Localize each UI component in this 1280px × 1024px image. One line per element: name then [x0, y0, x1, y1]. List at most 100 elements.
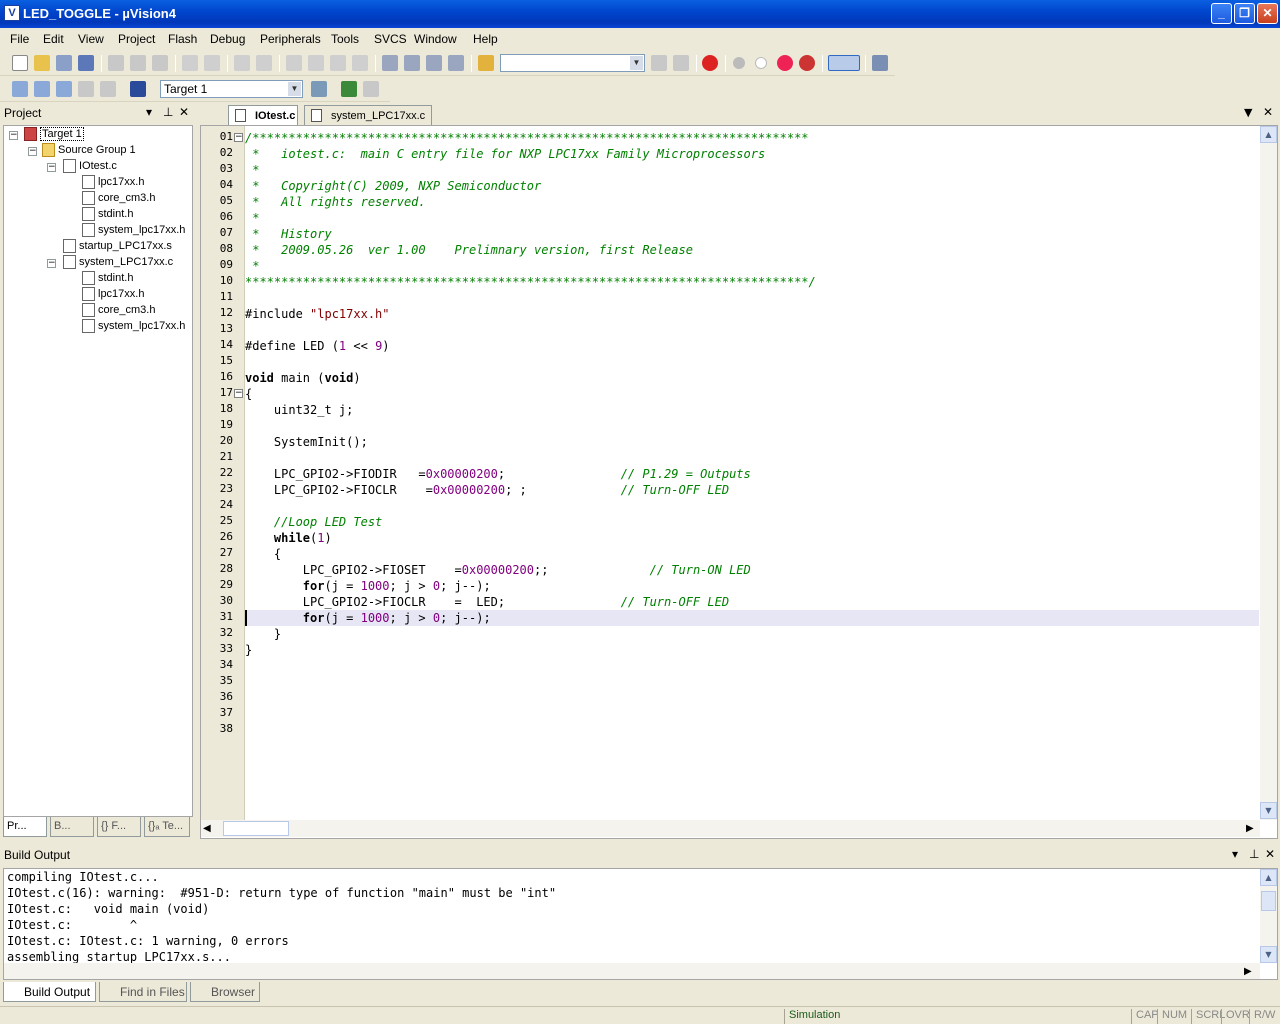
tree-item-system-lpc17xx-c[interactable]: system_LPC17xx.c	[63, 255, 173, 271]
tree-item-lpc17xx-h[interactable]: lpc17xx.h	[82, 175, 144, 191]
scroll-up-icon[interactable]: ▲	[1260, 869, 1277, 886]
build-scroll-thumb[interactable]	[1261, 891, 1276, 911]
comment-icon[interactable]	[426, 55, 442, 71]
code-line[interactable]: *	[245, 162, 1259, 178]
download-load-icon[interactable]	[130, 81, 146, 97]
target-select[interactable]: Target 1 ▼	[160, 80, 303, 98]
code-line[interactable]: * All rights reserved.	[245, 194, 1259, 210]
translate-icon[interactable]	[12, 81, 28, 97]
close-button[interactable]: ✕	[1257, 3, 1278, 24]
manage-components-icon[interactable]	[341, 81, 357, 97]
tree-item-core-cm3-h-2[interactable]: core_cm3.h	[82, 303, 155, 319]
nav-forward-icon[interactable]	[256, 55, 272, 71]
pane-close-icon[interactable]: ✕	[179, 105, 189, 119]
code-line[interactable]	[245, 722, 1259, 738]
incremental-find-icon[interactable]	[673, 55, 689, 71]
scroll-right-icon[interactable]: ▶	[1246, 823, 1254, 834]
code-line[interactable]: SystemInit();	[245, 434, 1259, 450]
code-line[interactable]: * 2009.05.26 ver 1.00 Prelimnary version…	[245, 242, 1259, 258]
breakpoint-icon[interactable]	[733, 57, 745, 69]
build-vertical-scrollbar[interactable]: ▲ ▼	[1260, 869, 1277, 963]
redo-icon[interactable]	[204, 55, 220, 71]
build-close-icon[interactable]: ✕	[1265, 847, 1275, 861]
code-line[interactable]	[245, 690, 1259, 706]
clear-bookmarks-icon[interactable]	[352, 55, 368, 71]
code-line[interactable]	[245, 658, 1259, 674]
code-line[interactable]: #define LED (1 << 9)	[245, 338, 1259, 354]
scroll-right-icon[interactable]: ▶	[1244, 966, 1252, 977]
editor-vertical-scrollbar[interactable]: ▲ ▼	[1260, 126, 1277, 820]
tab-project[interactable]: Pr...	[3, 817, 47, 837]
build-horizontal-scrollbar[interactable]: ▶	[4, 963, 1260, 979]
menu-tools[interactable]: Tools	[331, 32, 359, 46]
tab-books[interactable]: B...	[50, 817, 94, 837]
menu-window[interactable]: Window	[414, 32, 457, 46]
find-combo[interactable]: ▼	[500, 54, 645, 72]
disable-breakpoints-icon[interactable]	[777, 55, 793, 71]
tree-item-target[interactable]: Target 1	[24, 127, 84, 143]
tree-item-stdint-h[interactable]: stdint.h	[82, 207, 133, 223]
code-line[interactable]: ****************************************…	[245, 274, 1259, 290]
fold-toggle-icon[interactable]: −	[234, 389, 243, 398]
code-line[interactable]	[245, 418, 1259, 434]
code-line[interactable]: LPC_GPIO2->FIODIR =0x00000200; // P1.29 …	[245, 466, 1259, 482]
tab-find-in-files[interactable]: Find in Files	[99, 982, 187, 1002]
code-line[interactable]: * Copyright(C) 2009, NXP Semiconductor	[245, 178, 1259, 194]
code-line[interactable]: //Loop LED Test	[245, 514, 1259, 530]
tree-item-iotest-c[interactable]: IOtest.c	[63, 159, 117, 175]
tab-system-lpc17xx-c[interactable]: system_LPC17xx.c	[304, 105, 432, 125]
menu-help[interactable]: Help	[473, 32, 498, 46]
stop-build-icon[interactable]	[100, 81, 116, 97]
select-packs-icon[interactable]	[363, 81, 379, 97]
code-line[interactable]: * History	[245, 226, 1259, 242]
code-line[interactable]: LPC_GPIO2->FIOSET =0x00000200;; // Turn-…	[245, 562, 1259, 578]
collapse-target-icon[interactable]: −	[9, 131, 18, 140]
tab-iotest-c[interactable]: IOtest.c	[228, 105, 298, 126]
editor-horizontal-scrollbar[interactable]: ◀ ▶	[201, 820, 1260, 837]
minimize-button[interactable]: _	[1211, 3, 1232, 24]
build-output-text[interactable]: compiling IOtest.c... IOtest.c(16): warn…	[3, 868, 1278, 980]
code-line[interactable]: }	[245, 626, 1259, 642]
code-line[interactable]: {	[245, 546, 1259, 562]
code-line[interactable]: void main (void)	[245, 370, 1259, 386]
indent-icon[interactable]	[382, 55, 398, 71]
open-file-icon[interactable]	[34, 55, 50, 71]
cut-icon[interactable]	[108, 55, 124, 71]
enable-breakpoint-icon[interactable]	[755, 57, 767, 69]
next-bookmark-icon[interactable]	[330, 55, 346, 71]
configure-icon[interactable]	[872, 55, 888, 71]
code-editor[interactable]: /***************************************…	[200, 125, 1278, 839]
code-line[interactable]: *	[245, 210, 1259, 226]
code-line[interactable]: * iotest.c: main C entry file for NXP LP…	[245, 146, 1259, 162]
prev-bookmark-icon[interactable]	[308, 55, 324, 71]
batch-build-icon[interactable]	[78, 81, 94, 97]
scroll-up-icon[interactable]: ▲	[1260, 126, 1277, 143]
tab-list-dropdown-icon[interactable]: ▼	[1244, 106, 1252, 119]
new-file-icon[interactable]	[12, 55, 28, 71]
unindent-icon[interactable]	[404, 55, 420, 71]
build-icon[interactable]	[34, 81, 50, 97]
horizontal-scroll-thumb[interactable]	[223, 821, 289, 836]
find-icon[interactable]	[651, 55, 667, 71]
code-line[interactable]	[245, 674, 1259, 690]
code-line[interactable]: LPC_GPIO2->FIOCLR = LED; // Turn-OFF LED	[245, 594, 1259, 610]
menu-file[interactable]: File	[10, 32, 29, 46]
menu-flash[interactable]: Flash	[168, 32, 197, 46]
window-layout-icon[interactable]	[828, 55, 860, 71]
bookmark-icon[interactable]	[286, 55, 302, 71]
build-dropdown-icon[interactable]: ▾	[1232, 847, 1238, 861]
code-line[interactable]: for(j = 1000; j > 0; j--);	[245, 610, 1259, 626]
tab-templates[interactable]: {}ₐ Te...	[144, 817, 190, 837]
paste-icon[interactable]	[152, 55, 168, 71]
code-line[interactable]: uint32_t j;	[245, 402, 1259, 418]
save-all-icon[interactable]	[78, 55, 94, 71]
tab-functions[interactable]: {} F...	[97, 817, 141, 837]
menu-project[interactable]: Project	[118, 32, 155, 46]
collapse-group-icon[interactable]: −	[28, 147, 37, 156]
rebuild-icon[interactable]	[56, 81, 72, 97]
target-options-icon[interactable]	[311, 81, 327, 97]
tree-item-stdint-h-2[interactable]: stdint.h	[82, 271, 133, 287]
undo-icon[interactable]	[182, 55, 198, 71]
code-line[interactable]: *	[245, 258, 1259, 274]
maximize-button[interactable]: ❐	[1234, 3, 1255, 24]
